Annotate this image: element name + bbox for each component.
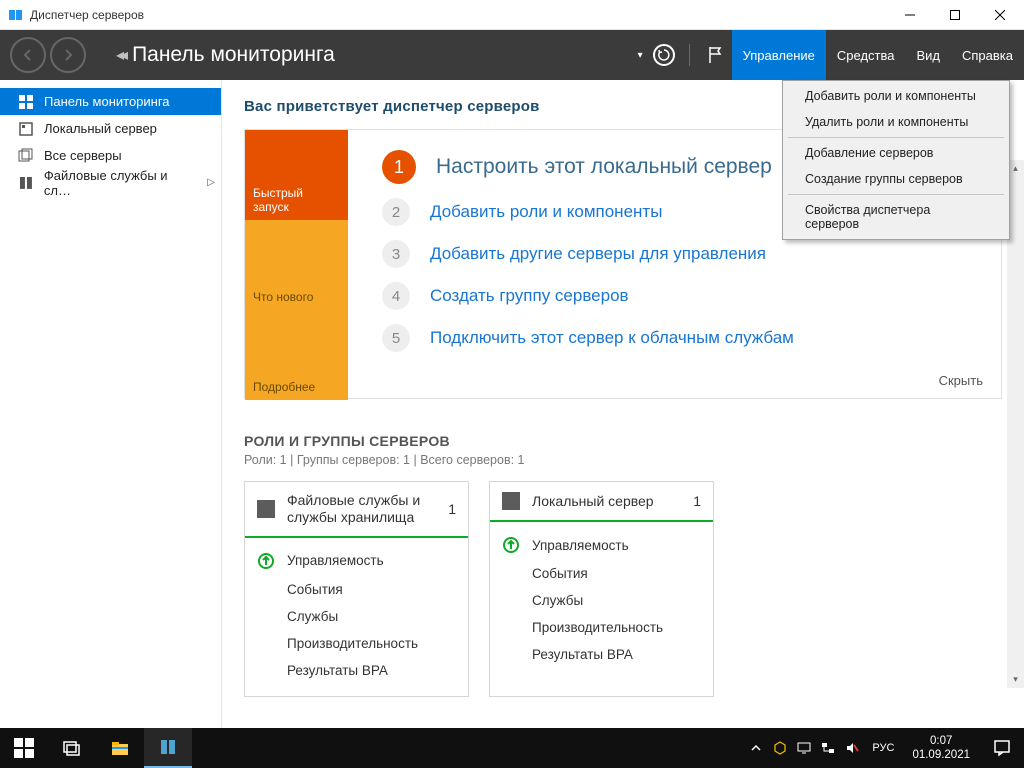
menu-tools[interactable]: Средства (826, 30, 906, 80)
roles-subheading: Роли: 1 | Группы серверов: 1 | Всего сер… (244, 453, 1002, 467)
breadcrumb-text: Панель мониторинга (132, 43, 335, 67)
dropdown-add-roles[interactable]: Добавить роли и компоненты (785, 83, 1007, 109)
clock[interactable]: 0:07 01.09.2021 (902, 734, 980, 763)
dashboard-icon (18, 94, 34, 110)
card-count: 1 (693, 493, 701, 509)
action-center-button[interactable] (980, 728, 1024, 768)
sidebar-item-dashboard[interactable]: Панель мониторинга (0, 88, 221, 115)
card-row-performance[interactable]: Производительность (257, 630, 456, 657)
manage-dropdown-menu: Добавить роли и компоненты Удалить роли … (782, 80, 1010, 240)
card-row-manageability[interactable]: Управляемость (257, 546, 456, 576)
card-title: Файловые службы и службы хранилища (287, 492, 436, 526)
menu-view[interactable]: Вид (905, 30, 951, 80)
maximize-button[interactable] (932, 0, 977, 30)
menu-manage[interactable]: Управление (732, 30, 826, 80)
tray-display-icon[interactable] (792, 728, 816, 768)
sidebar-item-label: Файловые службы и сл… (44, 168, 197, 198)
close-button[interactable] (977, 0, 1022, 30)
breadcrumb[interactable]: ◂◂ Панель мониторинга (116, 43, 335, 67)
card-row-manageability[interactable]: Управляемость (502, 530, 701, 560)
scroll-down-button[interactable]: ▾ (1007, 671, 1024, 688)
start-button[interactable] (0, 728, 48, 768)
window-controls (887, 0, 1022, 30)
status-up-icon (502, 536, 520, 554)
server-manager-button[interactable] (144, 728, 192, 768)
refresh-button[interactable] (647, 30, 681, 80)
card-file-services[interactable]: Файловые службы и службы хранилища 1 Упр… (244, 481, 469, 697)
card-row-performance[interactable]: Производительность (502, 614, 701, 641)
dropdown-remove-roles[interactable]: Удалить роли и компоненты (785, 109, 1007, 135)
expand-chevron-icon[interactable]: ▷ (207, 177, 215, 188)
titlebar: Диспетчер серверов (0, 0, 1024, 30)
file-explorer-button[interactable] (96, 728, 144, 768)
storage-icon (257, 500, 275, 518)
card-local-server[interactable]: Локальный сервер 1 Управляемость События… (489, 481, 714, 697)
card-row-services[interactable]: Службы (502, 587, 701, 614)
window-title: Диспетчер серверов (30, 8, 887, 22)
nav-forward-button[interactable] (50, 37, 86, 73)
card-count: 1 (448, 501, 456, 517)
sidebar-item-label: Все серверы (44, 148, 122, 163)
header-toolbar: ◂◂ Панель мониторинга ▾ Управление Средс… (0, 30, 1024, 80)
sidebar-item-label: Панель мониторинга (44, 94, 170, 109)
toolbar-separator (689, 44, 690, 66)
app-icon (8, 7, 24, 23)
card-row-events[interactable]: События (257, 576, 456, 603)
language-indicator[interactable]: РУС (864, 742, 902, 754)
step-4[interactable]: 4Создать группу серверов (382, 282, 991, 310)
step-5[interactable]: 5Подключить этот сервер к облачным служб… (382, 324, 991, 352)
nav-back-button[interactable] (10, 37, 46, 73)
sidebar-item-file-services[interactable]: Файловые службы и сл… ▷ (0, 169, 221, 196)
tray-box-icon[interactable] (768, 728, 792, 768)
card-row-events[interactable]: События (502, 560, 701, 587)
role-cards: Файловые службы и службы хранилища 1 Упр… (244, 481, 1002, 697)
hide-link[interactable]: Скрыть (939, 373, 983, 388)
minimize-button[interactable] (887, 0, 932, 30)
server-tile-icon (502, 492, 520, 510)
step-3[interactable]: 3Добавить другие серверы для управления (382, 240, 991, 268)
tray-up-icon[interactable] (744, 728, 768, 768)
tile-quick-start[interactable]: Быстрый запуск (245, 130, 348, 220)
card-row-bpa[interactable]: Результаты BPA (502, 641, 701, 668)
dropdown-separator (788, 137, 1004, 138)
menu-bar: Управление Средства Вид Справка (732, 30, 1024, 80)
dropdown-separator (788, 194, 1004, 195)
roles-heading: РОЛИ И ГРУППЫ СЕРВЕРОВ (244, 433, 1002, 449)
card-title: Локальный сервер (532, 493, 681, 510)
notifications-flag-icon[interactable] (698, 30, 732, 80)
sidebar: Панель мониторинга Локальный сервер Все … (0, 80, 222, 728)
address-dropdown-caret[interactable]: ▾ (638, 50, 643, 61)
server-icon (18, 121, 34, 137)
breadcrumb-chevron-icon: ◂◂ (116, 45, 124, 65)
dropdown-create-group[interactable]: Создание группы серверов (785, 166, 1007, 192)
tray-network-icon[interactable] (816, 728, 840, 768)
dropdown-add-servers[interactable]: Добавление серверов (785, 140, 1007, 166)
tile-column: Быстрый запуск Что нового Подробнее (245, 130, 348, 398)
file-services-icon (18, 175, 34, 191)
status-up-icon (257, 552, 275, 570)
menu-help[interactable]: Справка (951, 30, 1024, 80)
tile-learn-more[interactable]: Подробнее (245, 310, 348, 400)
card-row-bpa[interactable]: Результаты BPA (257, 657, 456, 684)
sidebar-item-label: Локальный сервер (44, 121, 157, 136)
tray-volume-icon[interactable] (840, 728, 864, 768)
sidebar-item-all-servers[interactable]: Все серверы (0, 142, 221, 169)
task-view-button[interactable] (48, 728, 96, 768)
clock-time: 0:07 (912, 734, 970, 748)
servers-icon (18, 148, 34, 164)
card-row-services[interactable]: Службы (257, 603, 456, 630)
tile-whats-new[interactable]: Что нового (245, 220, 348, 310)
sidebar-item-local-server[interactable]: Локальный сервер (0, 115, 221, 142)
taskbar: РУС 0:07 01.09.2021 (0, 728, 1024, 768)
scroll-track[interactable] (1007, 177, 1024, 671)
dropdown-properties[interactable]: Свойства диспетчера серверов (785, 197, 1007, 237)
clock-date: 01.09.2021 (912, 748, 970, 762)
